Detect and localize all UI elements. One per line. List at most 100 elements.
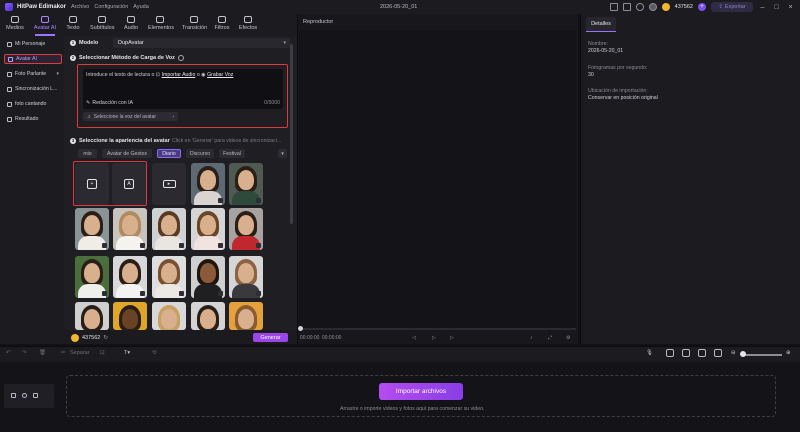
ai-generate-tile[interactable]: A <box>112 163 146 205</box>
playhead-knob[interactable] <box>298 326 303 331</box>
avatar-tile[interactable] <box>229 208 263 250</box>
help-icon[interactable] <box>635 3 644 11</box>
avatar-tile[interactable] <box>191 302 225 330</box>
avatar-tile[interactable] <box>152 302 186 330</box>
undo-icon[interactable]: ↶ <box>6 350 11 356</box>
sidebar-item-foto-parlante[interactable]: Foto Parlante ▾ <box>4 69 62 79</box>
avatar-tile[interactable] <box>75 302 109 330</box>
chevron-down-icon[interactable]: ▾ <box>278 149 287 158</box>
tool-medios[interactable]: Medios <box>3 16 27 31</box>
avatar-tile[interactable] <box>152 208 186 250</box>
panel-scrollbar[interactable] <box>290 44 293 224</box>
category-tab-mio[interactable]: mio <box>78 149 97 158</box>
track-video-icon[interactable] <box>11 393 16 398</box>
sidebar-item-sincronizacion[interactable]: Sincronización L... <box>4 84 62 94</box>
text-tool-icon[interactable]: T▾ <box>124 350 130 356</box>
maximize-icon[interactable]: □ <box>772 4 781 11</box>
microphone-icon[interactable]: 🎙 <box>646 350 653 356</box>
import-audio-link[interactable]: Importar Audio <box>162 72 196 78</box>
download-icon[interactable] <box>256 291 261 296</box>
delete-icon[interactable]: 🗑 <box>39 350 46 356</box>
category-tab-festival[interactable]: Festival <box>219 149 245 158</box>
info-icon[interactable] <box>177 55 184 61</box>
category-tab-discurso[interactable]: Discurso <box>186 149 214 158</box>
tab-details[interactable]: Detalles <box>586 17 616 32</box>
avatar-tile[interactable] <box>75 208 109 250</box>
avatar-tile[interactable] <box>152 256 186 298</box>
play-icon[interactable]: ▷ <box>432 335 436 341</box>
import-files-button[interactable]: Importar archivos <box>379 383 463 400</box>
category-tab-diario[interactable]: Diario <box>157 149 181 158</box>
subtitle-track-icon[interactable] <box>698 349 706 357</box>
track-eye-icon[interactable] <box>33 393 38 398</box>
avatar-tile[interactable] <box>229 302 263 330</box>
zoom-slider-knob[interactable] <box>740 351 746 357</box>
fit-icon[interactable] <box>714 349 722 357</box>
script-text-area[interactable]: Introduce el texto de lectura o ⊡ Import… <box>83 69 283 109</box>
category-tab-gestos[interactable]: Avatar de Gestos <box>102 149 152 158</box>
next-frame-icon[interactable]: ▷ <box>450 335 454 341</box>
avatar-tile[interactable] <box>75 256 109 298</box>
tool-subtitulos[interactable]: Subtítulos <box>90 16 114 31</box>
sidebar-item-mi-personaje[interactable]: Mi Personaje <box>4 39 62 49</box>
ai-writing-button[interactable]: ✎ Redacción con IA <box>86 100 133 106</box>
playback-progress[interactable] <box>299 328 576 330</box>
menu-archivo[interactable]: Archivo <box>71 4 89 10</box>
model-select[interactable]: DupAvatar ▾ <box>113 38 290 48</box>
tool-texto[interactable]: Texto <box>61 16 85 31</box>
redo-icon[interactable]: ↷ <box>22 350 27 356</box>
avatar-tile[interactable] <box>229 256 263 298</box>
tool-audio[interactable]: Audio <box>119 16 143 31</box>
download-icon[interactable] <box>218 198 223 203</box>
refresh-icon[interactable]: ↻ <box>103 335 108 341</box>
select-voice-button[interactable]: ♫ Seleccione la voz del avatar › <box>83 112 178 121</box>
preview-screen[interactable] <box>299 30 576 328</box>
zoom-slider[interactable] <box>744 354 782 356</box>
split-icon[interactable]: ✂ <box>61 350 66 356</box>
layout-icon[interactable] <box>622 3 631 11</box>
tool-efectos[interactable]: Efectos <box>236 16 260 31</box>
add-credits-button[interactable]: + <box>698 3 706 11</box>
crop-icon[interactable]: ⊡ <box>100 350 105 356</box>
gift-icon[interactable] <box>609 3 618 11</box>
menu-ayuda[interactable]: Ayuda <box>133 4 149 10</box>
tool-avatar-ai[interactable]: Avatar AI <box>33 16 57 31</box>
download-icon[interactable] <box>102 243 107 248</box>
avatar-tile[interactable] <box>229 163 263 205</box>
record-voice-link[interactable]: Grabar Voz <box>207 72 233 78</box>
avatar-tile[interactable] <box>191 163 225 205</box>
link-icon[interactable] <box>666 349 674 357</box>
fullscreen-icon[interactable]: ⤢ <box>548 335 552 341</box>
avatar-tile[interactable] <box>113 208 147 250</box>
download-icon[interactable] <box>218 291 223 296</box>
download-icon[interactable] <box>179 243 184 248</box>
tool-elementos[interactable]: Elementos <box>148 16 174 31</box>
sidebar-item-resultado[interactable]: Resultado <box>4 114 62 124</box>
generate-button[interactable]: Generar <box>253 333 288 342</box>
zoom-out-icon[interactable]: ⊖ <box>731 350 736 356</box>
close-icon[interactable]: × <box>786 4 795 11</box>
prev-frame-icon[interactable]: ◁ <box>412 335 416 341</box>
tool-transicion[interactable]: Transición <box>182 16 207 31</box>
magnet-icon[interactable] <box>682 349 690 357</box>
menu-configuracion[interactable]: Configuración <box>94 4 128 10</box>
volume-icon[interactable]: ♪ <box>530 335 533 341</box>
avatar-tile[interactable] <box>191 208 225 250</box>
download-icon[interactable] <box>218 243 223 248</box>
sidebar-item-avatar-ai[interactable]: Avatar AI <box>4 54 62 64</box>
sidebar-item-foto-cantando[interactable]: foto cantando <box>4 99 62 109</box>
download-icon[interactable] <box>256 243 261 248</box>
download-icon[interactable] <box>102 291 107 296</box>
avatar-tile[interactable] <box>113 302 147 330</box>
freeze-icon[interactable]: ⟲ <box>152 350 157 356</box>
download-icon[interactable] <box>179 291 184 296</box>
avatar[interactable] <box>648 3 657 11</box>
track-mute-icon[interactable] <box>22 393 27 398</box>
upload-photo-tile[interactable]: + <box>75 163 109 205</box>
avatar-tile[interactable] <box>191 256 225 298</box>
avatar-tile[interactable] <box>113 256 147 298</box>
download-icon[interactable] <box>140 291 145 296</box>
tool-filtros[interactable]: Filtros <box>210 16 234 31</box>
split-label[interactable]: Separar <box>70 350 90 356</box>
download-icon[interactable] <box>256 198 261 203</box>
